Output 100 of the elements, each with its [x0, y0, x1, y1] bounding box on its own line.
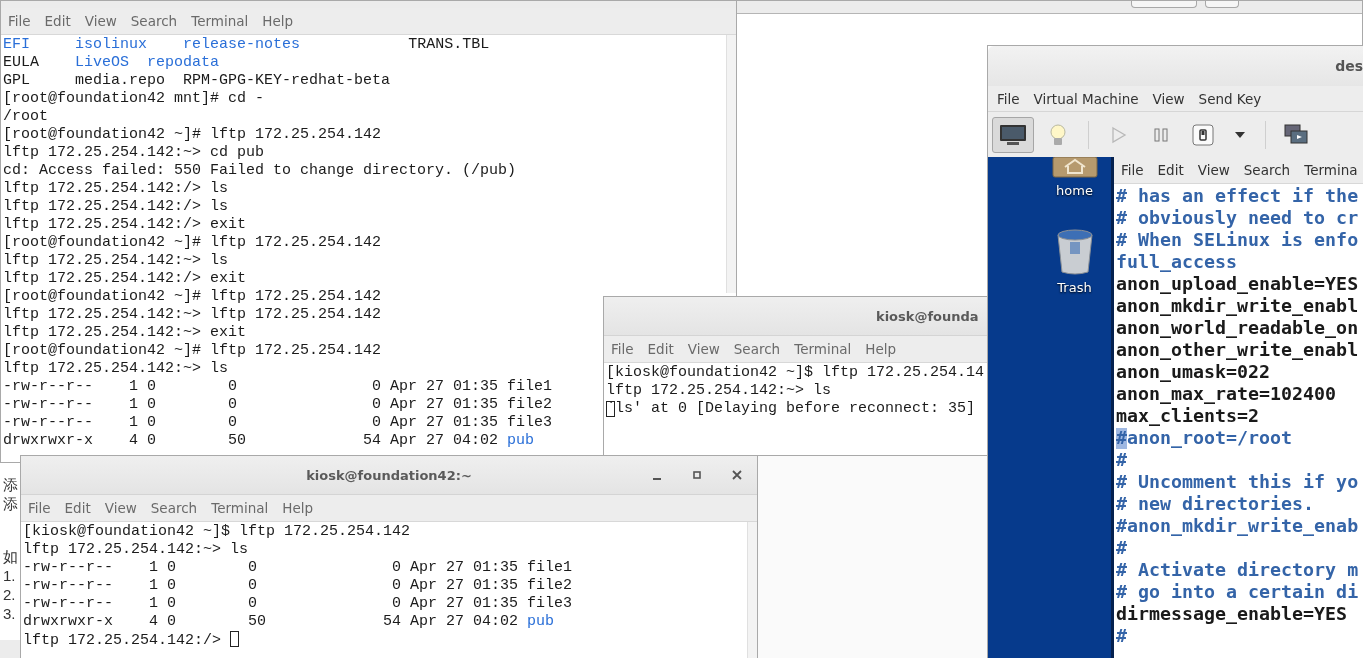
screens-icon	[1284, 123, 1308, 146]
menu-item[interactable]: Virtual Machine	[1026, 90, 1146, 107]
document-text: 添	[3, 494, 19, 513]
trash-icon	[1054, 228, 1095, 276]
directory-name: LiveOS	[75, 54, 130, 71]
caret-icon	[1234, 130, 1246, 139]
pause-icon	[1153, 126, 1169, 143]
menu-item[interactable]: View	[97, 500, 144, 516]
terminal-text: max_clients=2	[1116, 405, 1260, 426]
terminal-text: lftp 172.25.254.142:/> exit	[3, 270, 247, 287]
terminal-text: #	[1116, 449, 1127, 470]
terminal-text: lftp 172.25.254.142:~> ls	[3, 252, 229, 269]
menu-item[interactable]: Terminal	[184, 13, 256, 29]
terminal-text: -rw-r--r-- 1 0 0 0 Apr 27 01:35 file2	[3, 396, 553, 413]
terminal-text: lftp 172.25.254.142:~> ls	[606, 382, 832, 399]
directory-name: pub	[507, 432, 535, 449]
terminal-text: #anon_mkdir_write_enab	[1116, 515, 1359, 536]
console-button[interactable]	[992, 116, 1034, 153]
menu-item[interactable]: Search	[143, 500, 205, 516]
menu-item[interactable]: File	[1114, 162, 1151, 178]
menu-item[interactable]: Help	[255, 13, 301, 29]
menu-item[interactable]: File	[1, 13, 38, 29]
terminal-text: anon_umask=022	[1116, 361, 1271, 382]
terminal-text: # Uncomment this if yo	[1116, 471, 1359, 492]
directory-name: repodata	[147, 54, 220, 71]
menu-item[interactable]: Edit	[640, 341, 681, 357]
terminal-text: anon_mkdir_write_enabl	[1116, 295, 1359, 316]
terminal-text: # Activate directory m	[1116, 559, 1359, 580]
terminal-text: lftp 172.25.254.142:/> ls	[3, 198, 229, 215]
monitor-icon	[999, 123, 1027, 146]
menu-item[interactable]: Search	[726, 341, 788, 357]
terminal-text: anon_world_readable_on	[1116, 317, 1359, 338]
directory-name: isolinux	[75, 36, 148, 53]
terminal-text: [kiosk@foundation42 ~]$ lftp 172.25.254.142	[23, 523, 411, 540]
directory-name: EFI	[3, 36, 30, 53]
menu-item[interactable]: Terminal	[204, 500, 276, 516]
menu-item[interactable]: View	[680, 341, 727, 357]
icon-label[interactable]: Trash	[1057, 280, 1092, 295]
menu-item[interactable]: Edit	[37, 13, 78, 29]
menu-item[interactable]: File	[990, 90, 1027, 107]
minimize-icon	[653, 478, 661, 480]
scrollbar[interactable]	[726, 35, 736, 293]
terminal-text: [kiosk@foundation42 ~]$ lftp 172.25.254.14	[606, 364, 985, 381]
terminal-text: lftp 172.25.254.142:~> ls	[3, 360, 229, 377]
menu-item[interactable]: File	[604, 341, 641, 357]
terminal-text: # go into a certain di	[1116, 581, 1359, 602]
document-text: 如	[3, 547, 19, 566]
menu-item[interactable]: View	[1190, 162, 1237, 178]
menu-item[interactable]: Search	[123, 13, 185, 29]
menu-item[interactable]: Search	[1236, 162, 1298, 178]
terminal-text: cd: Access failed: 550 Failed to change directory. (/pub)	[3, 162, 517, 179]
terminal-text: #	[1116, 625, 1127, 646]
window-title: kiosk@founda	[876, 308, 980, 324]
terminal-text: # When SELinux is enfo	[1116, 229, 1359, 250]
menu-item[interactable]: Edit	[1150, 162, 1191, 178]
menu-item[interactable]: Help	[275, 500, 321, 516]
menu-item[interactable]: Termina	[1297, 162, 1363, 178]
terminal-text: -rw-r--r-- 1 0 0 0 Apr 27 01:35 file3	[3, 414, 553, 431]
switch-icon	[1192, 123, 1214, 146]
close-icon	[732, 470, 742, 480]
menu-item[interactable]: Help	[858, 341, 904, 357]
terminal-text: lftp 172.25.254.142:~> lftp 172.25.254.142	[3, 306, 382, 323]
terminal-text: -rw-r--r-- 1 0 0 0 Apr 27 01:35 file1	[23, 559, 573, 576]
directory-name: pub	[527, 613, 555, 630]
terminal-text: lftp 172.25.254.142:/> ls	[3, 180, 229, 197]
terminal-text: full_access	[1116, 251, 1238, 272]
document-text: 添	[3, 475, 19, 494]
terminal-text: GPL media.repo RPM-GPG-KEY-redhat-beta	[3, 72, 391, 89]
menu-item[interactable]: View	[1145, 90, 1192, 107]
terminal-text: -rw-r--r-- 1 0 0 0 Apr 27 01:35 file1	[3, 378, 553, 395]
document-text: 3.	[3, 604, 17, 623]
menu-item[interactable]: Edit	[57, 500, 98, 516]
terminal-text: [root@foundation42 ~]# lftp 172.25.254.142	[3, 126, 382, 143]
terminal-text: -rw-r--r-- 1 0 0 0 Apr 27 01:35 file2	[23, 577, 573, 594]
terminal-text: lftp 172.25.254.142:~> exit	[3, 324, 247, 341]
menu-item[interactable]: File	[21, 500, 58, 516]
terminal-text: dirmessage_enable=YES	[1116, 603, 1348, 624]
terminal-text: EULA	[3, 54, 39, 71]
terminal-text: #anon_root=/root	[1116, 427, 1293, 448]
terminal-text: [root@foundation42 ~]# lftp 172.25.254.142	[3, 234, 382, 251]
header-button[interactable]	[1131, 1, 1197, 8]
home-folder-icon	[1051, 157, 1098, 179]
menu-item[interactable]: View	[77, 13, 124, 29]
terminal-text: [root@foundation42 ~]# lftp 172.25.254.142	[3, 288, 382, 305]
icon-label[interactable]: home	[1056, 183, 1093, 198]
terminal-text: # has an effect if the	[1116, 185, 1359, 206]
terminal-text: [root@foundation42 mnt]# cd -	[3, 90, 265, 107]
terminal-text: #	[1116, 537, 1127, 558]
menu-item[interactable]: Terminal	[787, 341, 859, 357]
menu-item[interactable]: Send Key	[1191, 90, 1269, 107]
terminal-text: [root@foundation42 ~]# lftp 172.25.254.142	[3, 342, 382, 359]
terminal-text: lftp 172.25.254.142:/> exit	[3, 216, 247, 233]
terminal-text: drwxrwxr-x 4 0 50 54 Apr 27 04:02	[23, 613, 519, 630]
terminal-text: /root	[3, 108, 48, 125]
lightbulb-icon	[1049, 122, 1067, 147]
terminal-text: -rw-r--r-- 1 0 0 0 Apr 27 01:35 file3	[23, 595, 573, 612]
terminal-text: anon_other_write_enabl	[1116, 339, 1359, 360]
header-button[interactable]	[1205, 1, 1239, 8]
document-text: 2.	[3, 585, 17, 604]
terminal-text: anon_upload_enable=YES	[1116, 273, 1359, 294]
